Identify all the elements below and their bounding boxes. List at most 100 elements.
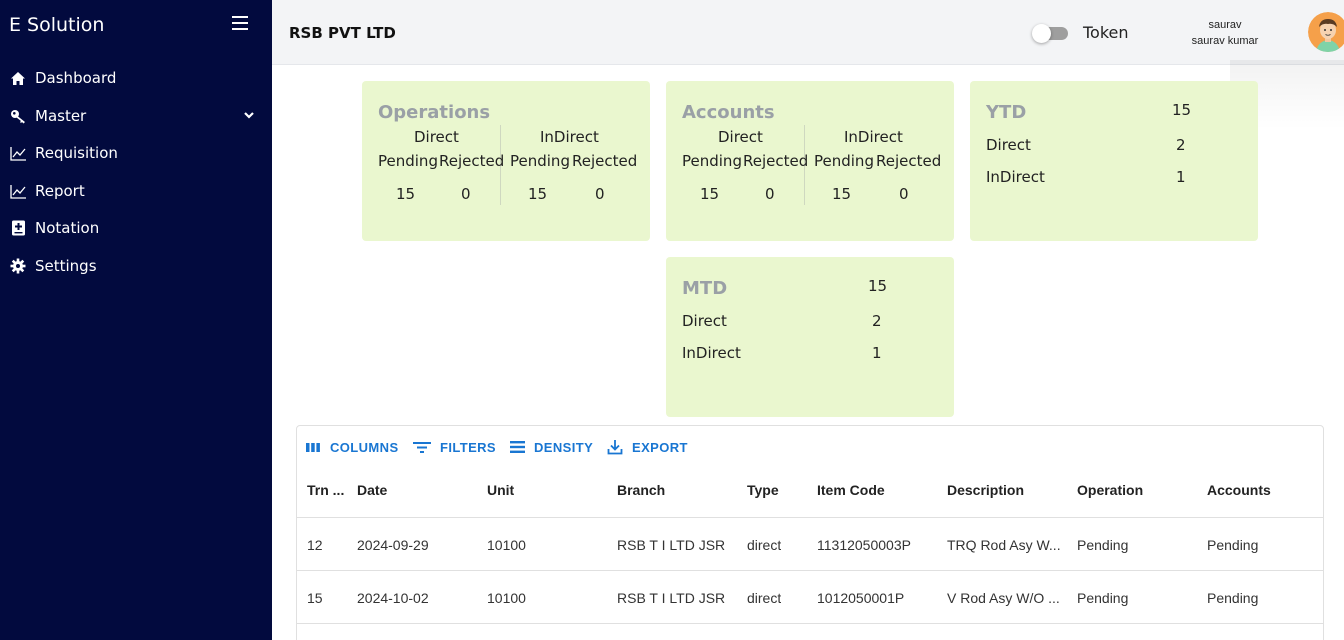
sidebar-item-label: Master: [35, 107, 87, 125]
density-icon: [510, 441, 525, 453]
card-title: Accounts: [682, 102, 775, 123]
cell-operation: Pending: [1077, 590, 1129, 606]
sidebar-item-notation[interactable]: Notation: [0, 210, 272, 246]
token-label: Token: [1083, 23, 1129, 42]
mtd-card: MTD 15 Direct 2 InDirect 1: [666, 257, 954, 417]
ytd-card: YTD 15 Direct 2 InDirect 1: [970, 81, 1258, 241]
cell-branch: RSB T I LTD JSR: [617, 590, 726, 606]
company-name: RSB PVT LTD: [289, 24, 396, 42]
cell-description: V Rod Asy W/O ...: [947, 590, 1060, 606]
filters-label: FILTERS: [440, 439, 496, 455]
column-header-operation[interactable]: Operation: [1077, 482, 1143, 498]
column-header-trn[interactable]: Trn ...: [307, 482, 344, 498]
cell-branch: RSB T I LTD JSR: [617, 537, 726, 553]
data-grid: COLUMNS FILTERS DENSITY EXPORT Trn ... D…: [296, 425, 1324, 640]
sidebar-item-report[interactable]: Report: [0, 173, 272, 209]
cell-item-code: 1012050001P: [817, 590, 905, 606]
brand-title: E Solution: [9, 14, 105, 36]
cell-accounts: Pending: [1207, 590, 1259, 606]
column-header-description[interactable]: Description: [947, 482, 1024, 498]
pending-label: Pending: [378, 152, 438, 170]
indirect-label: InDirect: [682, 344, 741, 362]
table-row-divider: [297, 623, 1323, 640]
key-icon: [9, 107, 27, 125]
sidebar: E Solution Dashboard Master Requisition …: [0, 0, 272, 640]
table-row[interactable]: 12 2024-09-29 10100 RSB T I LTD JSR dire…: [297, 517, 1323, 570]
column-header-accounts[interactable]: Accounts: [1207, 482, 1271, 498]
card-title: Operations: [378, 102, 491, 123]
sidebar-item-label: Requisition: [35, 144, 118, 162]
density-label: DENSITY: [534, 439, 594, 455]
sidebar-item-requisition[interactable]: Requisition: [0, 135, 272, 171]
indirect-label: InDirect: [540, 128, 599, 146]
sidebar-item-dashboard[interactable]: Dashboard: [0, 60, 272, 96]
ytd-total-value: 15: [1172, 101, 1192, 119]
sidebar-item-master[interactable]: Master: [0, 98, 272, 134]
avatar[interactable]: [1308, 12, 1344, 52]
notation-icon: [9, 219, 27, 237]
operations-card: Operations Direct InDirect Pending Rejec…: [362, 81, 650, 241]
rejected-label: Rejected: [743, 152, 809, 170]
rejected-label: Rejected: [876, 152, 942, 170]
chart-line-icon: [9, 182, 27, 200]
columns-label: COLUMNS: [330, 439, 399, 455]
cell-accounts: Pending: [1207, 537, 1259, 553]
pending-label: Pending: [682, 152, 742, 170]
column-header-date[interactable]: Date: [357, 482, 387, 498]
cell-date: 2024-09-29: [357, 537, 429, 553]
column-header-item-code[interactable]: Item Code: [817, 482, 885, 498]
export-label: EXPORT: [632, 439, 688, 455]
cell-type: direct: [747, 537, 782, 553]
cell-trn: 15: [307, 590, 323, 606]
column-header-unit[interactable]: Unit: [487, 482, 514, 498]
direct-pending-value: 15: [396, 185, 416, 203]
density-button[interactable]: DENSITY: [510, 438, 593, 456]
direct-label: Direct: [414, 128, 459, 146]
sidebar-item-label: Report: [35, 182, 85, 200]
token-toggle[interactable]: [1032, 24, 1070, 43]
rejected-label: Rejected: [572, 152, 638, 170]
top-header: RSB PVT LTD Token saurav saurav kumar: [272, 0, 1344, 65]
user-full-name: saurav kumar: [1191, 35, 1259, 47]
indirect-value: 1: [1176, 168, 1186, 186]
chevron-down-icon[interactable]: [242, 108, 256, 127]
direct-label: Direct: [682, 312, 727, 330]
hamburger-menu-icon[interactable]: [232, 16, 248, 30]
export-button[interactable]: EXPORT: [607, 438, 688, 456]
home-icon: [9, 69, 27, 87]
sidebar-item-label: Notation: [35, 219, 100, 237]
cell-trn: 12: [307, 537, 323, 553]
user-name: saurav: [1208, 19, 1242, 31]
direct-pending-value: 15: [700, 185, 720, 203]
card-title: YTD: [986, 102, 1027, 123]
chart-line-icon: [9, 144, 27, 162]
column-header-branch[interactable]: Branch: [617, 482, 665, 498]
direct-value: 2: [872, 312, 882, 330]
indirect-label: InDirect: [844, 128, 903, 146]
columns-button[interactable]: COLUMNS: [305, 438, 399, 456]
sidebar-item-settings[interactable]: Settings: [0, 248, 272, 284]
mtd-total-value: 15: [868, 277, 888, 295]
cell-type: direct: [747, 590, 782, 606]
indirect-pending-value: 15: [528, 185, 548, 203]
cell-operation: Pending: [1077, 537, 1129, 553]
filters-button[interactable]: FILTERS: [413, 438, 496, 456]
cell-unit: 10100: [487, 537, 526, 553]
pending-label: Pending: [814, 152, 874, 170]
sidebar-item-label: Settings: [35, 257, 97, 275]
direct-value: 2: [1176, 136, 1186, 154]
indirect-rejected-value: 0: [595, 185, 605, 203]
column-header-type[interactable]: Type: [747, 482, 779, 498]
cell-description: TRQ Rod Asy W...: [947, 537, 1061, 553]
sidebar-item-label: Dashboard: [35, 69, 117, 87]
indirect-value: 1: [872, 344, 882, 362]
table-row[interactable]: 15 2024-10-02 10100 RSB T I LTD JSR dire…: [297, 570, 1323, 623]
pending-label: Pending: [510, 152, 570, 170]
filter-icon: [413, 441, 431, 453]
indirect-pending-value: 15: [832, 185, 852, 203]
columns-icon: [306, 442, 320, 452]
indirect-rejected-value: 0: [899, 185, 909, 203]
cell-unit: 10100: [487, 590, 526, 606]
card-title: MTD: [682, 278, 728, 299]
direct-label: Direct: [986, 136, 1031, 154]
